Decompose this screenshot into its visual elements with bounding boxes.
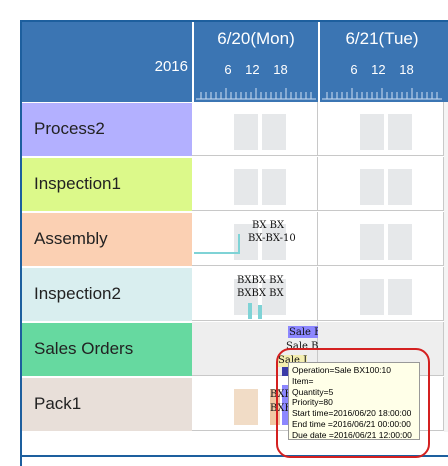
inspection2-bar-label[interactable]: BXBX BX [237,288,284,300]
schedule-cell[interactable]: BX BX BX-BX-10 [192,212,318,266]
schedule-cell[interactable] [192,102,318,156]
row-label-sales-orders[interactable]: Sales Orders [22,322,192,376]
hour-ticks: 6 12 18 [224,62,288,77]
schedule-cell[interactable] [192,157,318,211]
right-scroll-edge[interactable] [444,102,448,432]
day-label: 6/20(Mon) [217,29,295,48]
row-label-text: Inspection1 [34,174,121,193]
header-corner: 2016 [22,22,192,102]
row-label-pack1[interactable]: Pack1 [22,377,192,431]
schedule-cell[interactable] [318,102,444,156]
row-label-inspection1[interactable]: Inspection1 [22,157,192,211]
time-ruler [196,88,316,100]
inspection2-bar-label[interactable]: BXBX BX [237,275,284,287]
time-ruler [322,88,442,100]
row-label-text: Pack1 [34,394,82,413]
header-edge [444,22,448,102]
schedule-cell[interactable] [318,212,444,266]
row-label-inspection2[interactable]: Inspection2 [22,267,192,321]
day-label: 6/21(Tue) [345,29,419,48]
schedule-cell[interactable] [318,157,444,211]
assembly-bar-line[interactable] [194,252,238,254]
row-label-text: Inspection2 [34,284,121,303]
assembly-bar-label[interactable]: BX BX [252,220,284,232]
hour-ticks: 6 12 18 [350,62,414,77]
row-label-assembly[interactable]: Assembly [22,212,192,266]
row-label-text: Sales Orders [34,339,134,358]
day-header-mon: 6/20(Mon) 6 12 18 [194,22,318,102]
year-label: 2016 [154,58,188,75]
row-label-process2[interactable]: Process2 [22,102,192,156]
schedule-cell[interactable]: BXBX BX BXBX BX [192,267,318,321]
day-header-tue: 6/21(Tue) 6 12 18 [320,22,444,102]
assembly-bar-tick[interactable] [238,234,240,254]
row-label-text: Process2 [34,119,105,138]
row-label-text: Assembly [34,229,108,248]
schedule-cell[interactable] [318,267,444,321]
assembly-bar-label[interactable]: BX-BX-10 [248,233,296,245]
highlight-ring [276,348,430,458]
inspection2-bar[interactable] [258,305,262,319]
inspection2-bar[interactable] [248,303,252,319]
